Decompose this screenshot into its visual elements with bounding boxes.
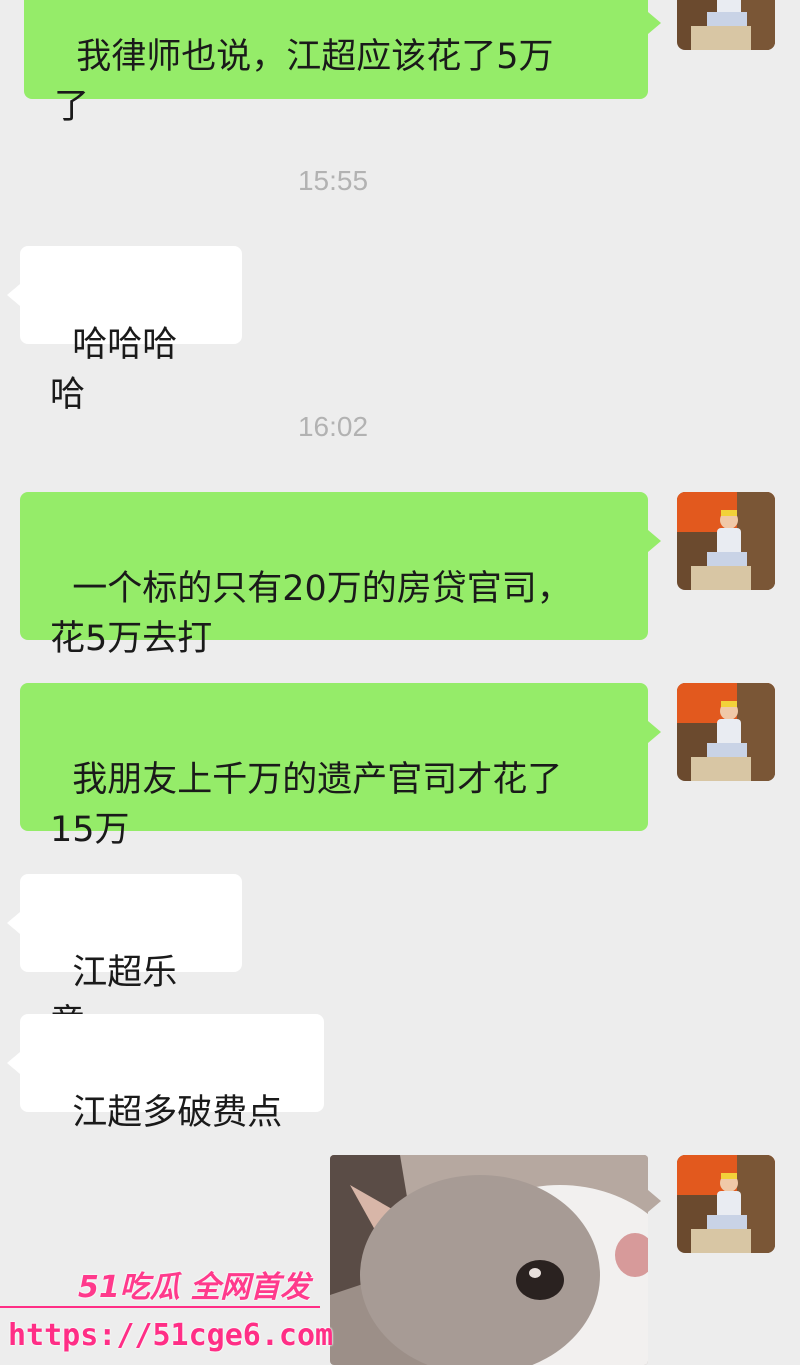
watermark-url: https://51cge6.com <box>8 1318 334 1353</box>
bubble-tail <box>648 1190 661 1212</box>
message-text: 我朋友上千万的遗产官司才花了 15万 <box>50 760 563 850</box>
avatar[interactable] <box>677 492 775 590</box>
message-bubble-other[interactable]: 江超多破费点 <box>20 1014 324 1133</box>
message-bubble-self[interactable]: 我律师也说，江超应该花了5万 了 <box>24 0 648 127</box>
message-bubble-self[interactable]: 我朋友上千万的遗产官司才花了 15万 <box>20 683 648 850</box>
message-text: 哈哈哈哈 <box>50 325 178 415</box>
avatar-image <box>677 0 775 50</box>
bubble-tail <box>7 284 20 306</box>
image-message-cat[interactable] <box>330 1155 648 1365</box>
message-text: 一个标的只有20万的房贷官司， 花5万去打 <box>50 569 572 659</box>
bubble-tail <box>7 1052 20 1074</box>
cat-photo <box>330 1155 648 1365</box>
bubble-tail <box>648 12 661 34</box>
message-text: 江超多破费点 <box>72 1093 283 1133</box>
avatar-image <box>677 1155 775 1253</box>
timestamp: 15:55 <box>297 165 369 196</box>
avatar-image <box>677 492 775 590</box>
avatar[interactable] <box>677 1155 775 1253</box>
avatar[interactable] <box>677 683 775 781</box>
message-bubble-self[interactable]: 一个标的只有20万的房贷官司， 花5万去打 <box>20 492 648 659</box>
avatar[interactable] <box>677 0 775 50</box>
bubble-tail <box>648 721 661 743</box>
timestamp: 16:02 <box>297 411 369 442</box>
message-text: 我律师也说，江超应该花了5万 了 <box>54 37 554 127</box>
bubble-tail <box>648 530 661 552</box>
watermark-logo: 51吃瓜 全网首发 <box>78 1270 311 1305</box>
message-bubble-other[interactable]: 江超乐意 <box>20 874 242 1043</box>
bubble-tail <box>7 912 20 934</box>
message-bubble-other[interactable]: 哈哈哈哈 <box>20 246 242 415</box>
avatar-image <box>677 683 775 781</box>
watermark-line <box>0 1306 320 1308</box>
